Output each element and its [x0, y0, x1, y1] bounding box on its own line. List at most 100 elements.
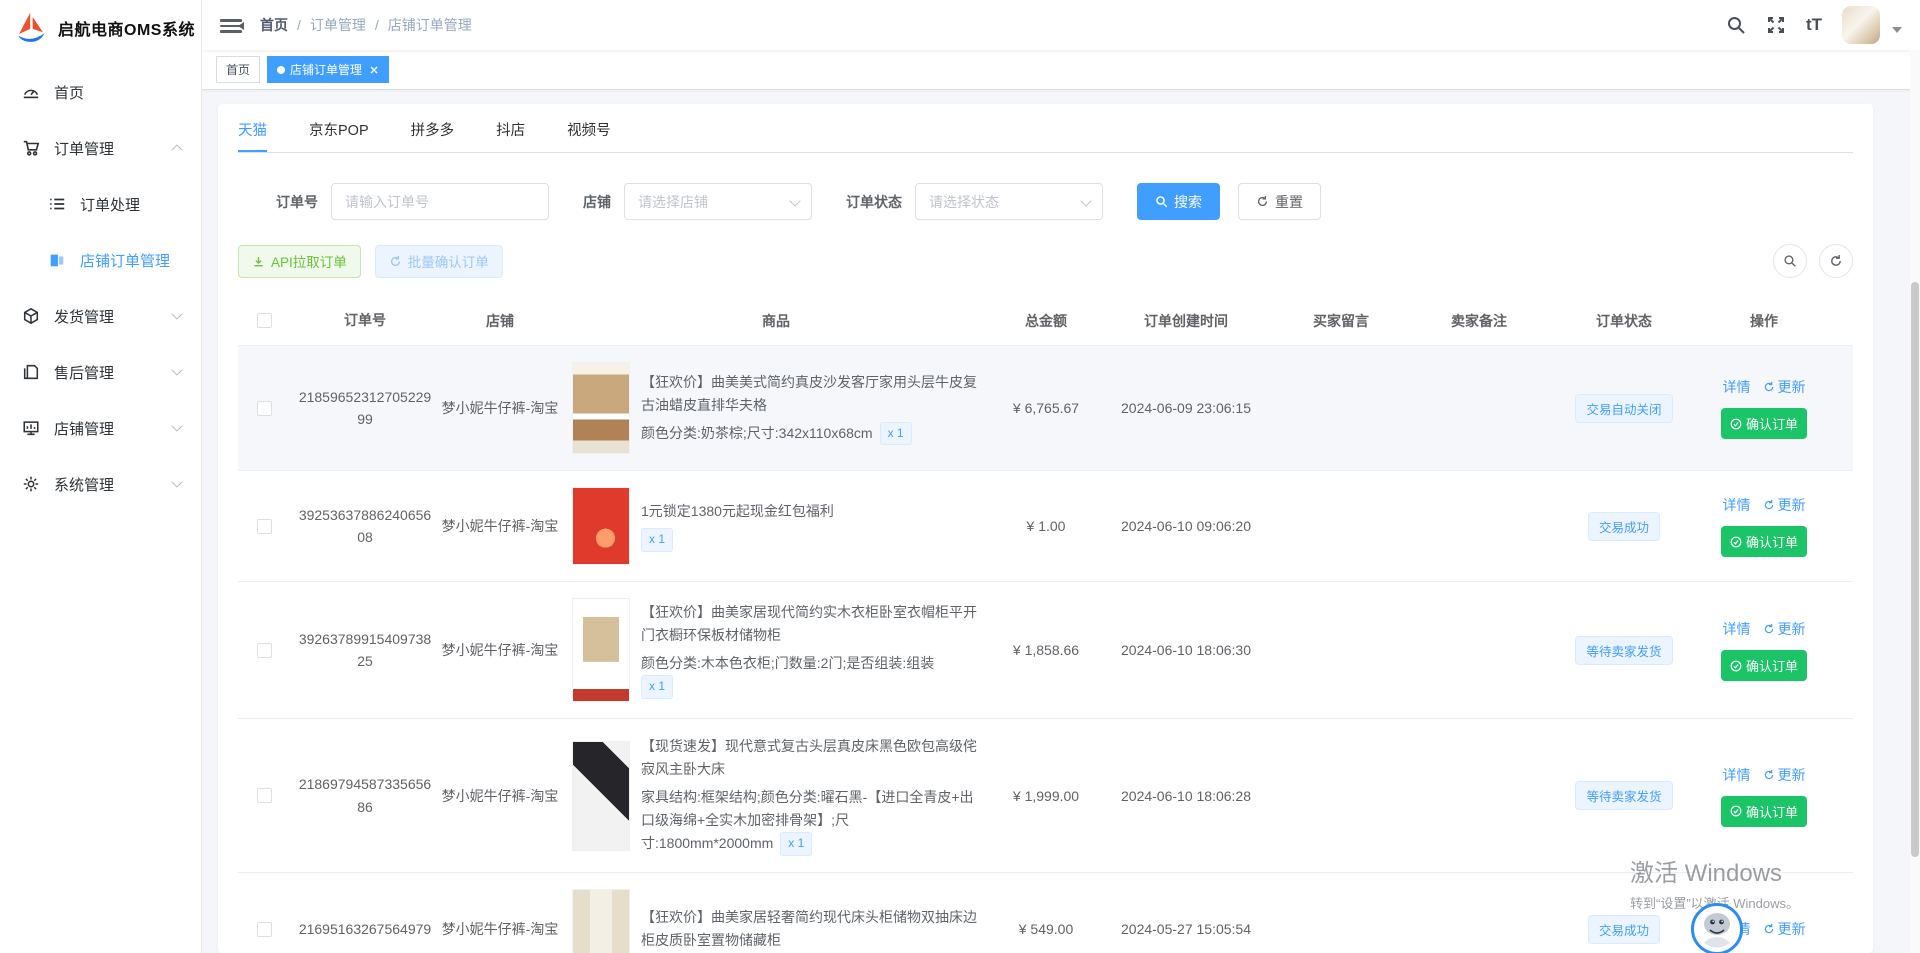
confirm-order-button[interactable]: 确认订单	[1721, 408, 1807, 439]
refresh-icon	[1763, 923, 1775, 935]
batch-confirm-orders-button[interactable]: 批量确认订单	[375, 245, 503, 278]
search-button[interactable]: 搜索	[1137, 183, 1220, 220]
chevron-down-icon	[171, 364, 182, 375]
row-checkbox[interactable]	[257, 519, 272, 534]
aftersale-icon	[22, 363, 40, 381]
sidebar-item-label: 系统管理	[54, 474, 114, 495]
confirm-order-button[interactable]: 确认订单	[1721, 650, 1807, 681]
user-menu-caret-icon[interactable]	[1892, 27, 1902, 33]
tag-home[interactable]: 首页	[216, 56, 260, 83]
detail-link[interactable]: 详情	[1723, 495, 1751, 515]
status-badge: 等待卖家发货	[1575, 636, 1672, 665]
product-image	[572, 487, 630, 565]
table-refresh-icon-button[interactable]	[1819, 244, 1853, 278]
shop-label: 店铺	[583, 192, 611, 212]
product-title: 1元锁定1380元起现金红包福利	[641, 500, 980, 523]
sidebar-item-system-management[interactable]: 系统管理	[0, 456, 201, 512]
sidebar-collapse-icon[interactable]	[220, 16, 242, 34]
quantity-badge: x 1	[641, 528, 673, 552]
order-status-select[interactable]: 请选择状态	[915, 183, 1103, 220]
product-spec: 颜色分类:奶茶棕;尺寸:342x110x68cm	[641, 425, 873, 441]
order-no: 2186979458733565686	[290, 773, 440, 818]
update-link[interactable]: 更新	[1763, 919, 1806, 939]
sidebar-item-order-management[interactable]: 订单管理	[0, 120, 201, 176]
sidebar-item-home[interactable]: 首页	[0, 64, 201, 120]
sidebar-item-label: 首页	[54, 82, 84, 103]
product-title: 【狂欢价】曲美家居现代简约实木衣柜卧室衣帽柜平开门衣橱环保板材储物柜	[641, 601, 980, 647]
row-checkbox[interactable]	[257, 922, 272, 937]
search-icon[interactable]	[1726, 15, 1746, 35]
breadcrumb-separator: /	[297, 17, 301, 33]
detail-link[interactable]: 详情	[1723, 377, 1751, 397]
detail-link[interactable]: 详情	[1723, 619, 1751, 639]
tab-tmall[interactable]: 天猫	[238, 110, 267, 152]
confirm-order-button[interactable]: 确认订单	[1721, 526, 1807, 557]
shop-select[interactable]: 请选择店铺	[624, 183, 812, 220]
sidebar-item-label: 售后管理	[54, 362, 114, 383]
font-size-icon[interactable]: tT	[1806, 15, 1822, 35]
sidebar-item-label: 发货管理	[54, 306, 114, 327]
status-select-placeholder: 请选择状态	[929, 192, 999, 212]
order-no-label: 订单号	[276, 192, 318, 212]
tags-view-bar: 首页 店铺订单管理	[202, 50, 1920, 90]
user-avatar[interactable]	[1842, 6, 1880, 44]
row-checkbox[interactable]	[257, 788, 272, 803]
dashboard-icon	[22, 83, 40, 101]
update-link[interactable]: 更新	[1763, 619, 1806, 639]
sidebar-item-shipping-management[interactable]: 发货管理	[0, 288, 201, 344]
tab-video[interactable]: 视频号	[567, 110, 611, 152]
tag-shop-order-management[interactable]: 店铺订单管理	[267, 56, 389, 83]
table-row: 21695163267564979 梦小妮牛仔裤-淘宝 【狂欢价】曲美家居轻奢简…	[238, 873, 1853, 953]
table-header-row: 订单号 店铺 商品 总金额 订单创建时间 买家留言 卖家备注 订单状态 操作	[238, 296, 1853, 346]
tab-douyin[interactable]: 抖店	[496, 110, 525, 152]
api-pull-orders-button[interactable]: API拉取订单	[238, 245, 361, 278]
order-no: 21695163267564979	[290, 918, 440, 940]
product-image	[572, 889, 630, 953]
order-created-time: 2024-06-10 18:06:30	[1100, 642, 1272, 658]
row-checkbox[interactable]	[257, 643, 272, 658]
order-no-input[interactable]	[331, 183, 549, 220]
order-created-time: 2024-05-27 15:05:54	[1100, 921, 1272, 937]
sidebar-item-label: 订单处理	[80, 194, 140, 215]
column-header-created: 订单创建时间	[1100, 311, 1272, 331]
breadcrumb-order-management[interactable]: 订单管理	[310, 15, 366, 35]
select-all-checkbox[interactable]	[257, 313, 272, 328]
order-no: 2185965231270522999	[290, 386, 440, 431]
quantity-badge: x 1	[880, 422, 912, 446]
sidebar-item-order-processing[interactable]: 订单处理	[0, 176, 201, 232]
product-title: 【狂欢价】曲美美式简约真皮沙发客厅家用头层牛皮复古油蜡皮直排华夫格	[641, 371, 980, 417]
shop-select-placeholder: 请选择店铺	[638, 192, 708, 212]
sidebar-item-shop-order-management[interactable]: 店铺订单管理	[0, 232, 201, 288]
customer-service-robot-icon[interactable]	[1690, 902, 1744, 953]
fullscreen-icon[interactable]	[1766, 15, 1786, 35]
search-icon	[1155, 195, 1168, 208]
refresh-icon	[1763, 769, 1775, 781]
tab-pinduoduo[interactable]: 拼多多	[411, 110, 455, 152]
order-no: 3925363788624065608	[290, 504, 440, 549]
row-checkbox[interactable]	[257, 401, 272, 416]
reset-button[interactable]: 重置	[1238, 183, 1321, 220]
tab-jd-pop[interactable]: 京东POP	[309, 110, 369, 152]
update-link[interactable]: 更新	[1763, 495, 1806, 515]
shop-name: 梦小妮牛仔裤-淘宝	[440, 516, 560, 536]
detail-link[interactable]: 详情	[1723, 765, 1751, 785]
platform-tabs: 天猫 京东POP 拼多多 抖店 视频号	[238, 110, 1853, 153]
close-icon[interactable]	[369, 65, 379, 75]
search-icon	[1783, 254, 1797, 268]
update-link[interactable]: 更新	[1763, 765, 1806, 785]
search-button-label: 搜索	[1174, 192, 1202, 212]
confirm-order-button[interactable]: 确认订单	[1721, 796, 1807, 827]
scrollbar-thumb[interactable]	[1911, 282, 1919, 857]
sidebar-item-aftersale-management[interactable]: 售后管理	[0, 344, 201, 400]
sidebar-item-label: 店铺订单管理	[80, 250, 170, 271]
breadcrumb: 首页 / 订单管理 / 店铺订单管理	[260, 15, 472, 35]
status-badge: 交易自动关闭	[1575, 394, 1672, 423]
table-search-icon-button[interactable]	[1773, 244, 1807, 278]
check-circle-icon	[1730, 805, 1742, 817]
app-logo[interactable]: 启航电商OMS系统	[0, 0, 201, 56]
sidebar-item-shop-management[interactable]: 店铺管理	[0, 400, 201, 456]
column-header-status: 订单状态	[1548, 311, 1700, 331]
table-row: 2186979458733565686 梦小妮牛仔裤-淘宝 【现货速发】现代意式…	[238, 719, 1853, 873]
update-link[interactable]: 更新	[1763, 377, 1806, 397]
breadcrumb-home[interactable]: 首页	[260, 15, 288, 35]
